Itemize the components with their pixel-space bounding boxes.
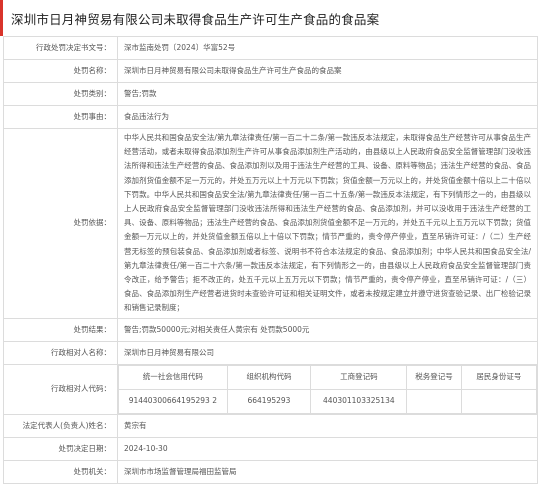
label-party: 行政相对人名称： [3,340,118,365]
value-decision-date: 2024-10-30 [117,436,538,461]
code-value-tax [406,388,462,414]
party-code-header-row: 统一社会信用代码 组织机构代码 工商登记码 税务登记号 居民身份证号 [118,364,538,390]
code-value-business: 440301103325134 [310,388,408,414]
row-doc-no: 行政处罚决定书文号： 深市监南处罚〔2024〕华富52号 [3,36,538,60]
label-basis: 处罚依据： [3,128,118,319]
label-doc-no: 行政处罚决定书文号： [3,36,118,60]
row-category: 处罚类别： 警告;罚款 [3,82,538,106]
value-legal-rep: 黄宗有 [117,413,538,438]
label-matter: 处罚事由： [3,105,118,129]
row-case-name: 处罚名称： 深圳市日月神贸易有限公司未取得食品生产许可生产食品的食品案 [3,59,538,83]
code-header-credit: 统一社会信用代码 [118,364,228,390]
code-header-org: 组织机构代码 [226,364,312,390]
row-legal-rep: 法定代表人(负责人)姓名： 黄宗有 [3,413,538,438]
party-code-cell: 统一社会信用代码 组织机构代码 工商登记码 税务登记号 居民身份证号 91440… [117,363,538,415]
value-party: 深圳市日月神贸易有限公司 [117,340,538,365]
page-header: 深圳市日月神贸易有限公司未取得食品生产许可生产食品的食品案 [0,0,542,36]
value-matter: 食品违法行为 [117,105,538,129]
code-value-credit: 91440300664195293 2 [118,388,228,414]
row-matter: 处罚事由： 食品违法行为 [3,105,538,129]
code-value-id [460,388,538,414]
code-value-org: 664195293 [226,388,312,414]
page-title: 深圳市日月神贸易有限公司未取得食品生产许可生产食品的食品案 [11,12,380,27]
party-code-table: 统一社会信用代码 组织机构代码 工商登记码 税务登记号 居民身份证号 91440… [118,364,538,414]
label-category: 处罚类别： [3,82,118,106]
label-case-name: 处罚名称： [3,59,118,83]
row-basis: 处罚依据： 中华人民共和国食品安全法/第九章法律责任/第一百二十二条/第一款违反… [3,128,538,319]
value-doc-no: 深市监南处罚〔2024〕华富52号 [117,36,538,60]
label-legal-rep: 法定代表人(负责人)姓名： [3,413,118,438]
label-decision-date: 处罚决定日期： [3,436,118,461]
row-party-code: 行政相对人代码： 统一社会信用代码 组织机构代码 工商登记码 税务登记号 居民身… [3,363,538,415]
penalty-info-table: 行政处罚决定书文号： 深市监南处罚〔2024〕华富52号 处罚名称： 深圳市日月… [3,36,538,484]
row-decision-date: 处罚决定日期： 2024-10-30 [3,436,538,461]
value-case-name: 深圳市日月神贸易有限公司未取得食品生产许可生产食品的食品案 [117,59,538,83]
label-party-code: 行政相对人代码： [3,363,118,415]
label-result: 处罚结果： [3,317,118,342]
row-result: 处罚结果： 警告;罚款50000元;对相关责任人黄宗有 处罚款5000元 [3,317,538,342]
code-header-business: 工商登记码 [310,364,408,390]
code-header-tax: 税务登记号 [406,364,462,390]
value-category: 警告;罚款 [117,82,538,106]
row-party: 行政相对人名称： 深圳市日月神贸易有限公司 [3,340,538,365]
code-header-id: 居民身份证号 [460,364,538,390]
value-basis: 中华人民共和国食品安全法/第九章法律责任/第一百二十二条/第一款违反本法规定，未… [117,128,538,319]
party-code-value-row: 91440300664195293 2 664195293 4403011033… [118,388,538,414]
value-result: 警告;罚款50000元;对相关责任人黄宗有 处罚款5000元 [117,317,538,342]
